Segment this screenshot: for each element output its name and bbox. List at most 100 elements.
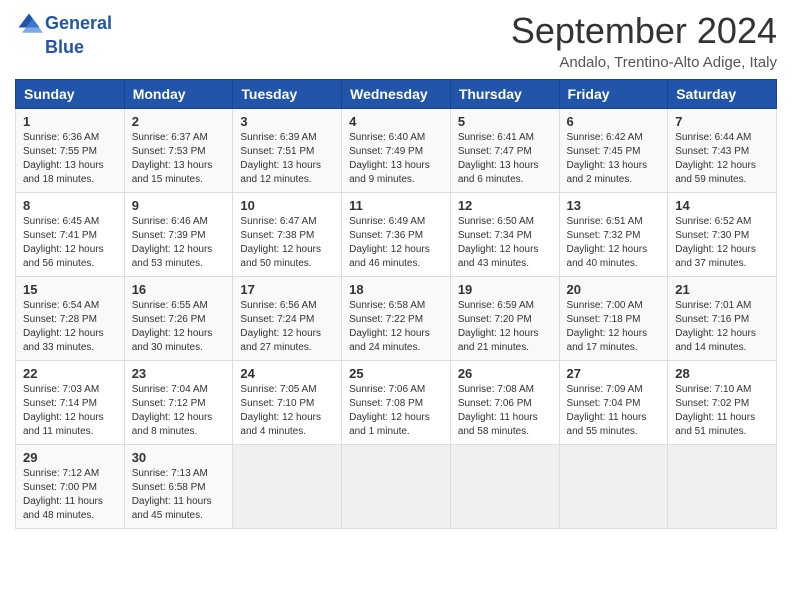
weekday-header-sunday: Sunday <box>16 80 125 109</box>
day-number: 10 <box>240 198 334 213</box>
sunrise-label: Sunrise: 6:37 AM <box>132 132 208 143</box>
day-number: 2 <box>132 114 226 129</box>
daylight-label: Daylight: 12 hours and 17 minutes. <box>567 328 648 353</box>
sunset-label: Sunset: 7:53 PM <box>132 146 206 157</box>
day-info: Sunrise: 7:04 AM Sunset: 7:12 PM Dayligh… <box>132 383 226 439</box>
sunset-label: Sunset: 7:16 PM <box>675 314 749 325</box>
sunset-label: Sunset: 7:04 PM <box>567 398 641 409</box>
day-info: Sunrise: 6:55 AM Sunset: 7:26 PM Dayligh… <box>132 299 226 355</box>
calendar-week-3: 15 Sunrise: 6:54 AM Sunset: 7:28 PM Dayl… <box>16 277 777 361</box>
daylight-label: Daylight: 11 hours and 55 minutes. <box>567 412 647 437</box>
day-info: Sunrise: 6:51 AM Sunset: 7:32 PM Dayligh… <box>567 215 661 271</box>
day-number: 27 <box>567 366 661 381</box>
sunset-label: Sunset: 7:32 PM <box>567 230 641 241</box>
day-number: 26 <box>458 366 552 381</box>
day-info: Sunrise: 7:03 AM Sunset: 7:14 PM Dayligh… <box>23 383 117 439</box>
calendar-cell: 2 Sunrise: 6:37 AM Sunset: 7:53 PM Dayli… <box>124 109 233 193</box>
calendar-cell <box>559 445 668 529</box>
sunrise-label: Sunrise: 6:46 AM <box>132 216 208 227</box>
sunrise-label: Sunrise: 7:01 AM <box>675 300 751 311</box>
day-info: Sunrise: 6:56 AM Sunset: 7:24 PM Dayligh… <box>240 299 334 355</box>
calendar-cell: 7 Sunrise: 6:44 AM Sunset: 7:43 PM Dayli… <box>668 109 777 193</box>
day-info: Sunrise: 6:40 AM Sunset: 7:49 PM Dayligh… <box>349 131 443 187</box>
calendar-cell: 22 Sunrise: 7:03 AM Sunset: 7:14 PM Dayl… <box>16 361 125 445</box>
calendar-cell: 28 Sunrise: 7:10 AM Sunset: 7:02 PM Dayl… <box>668 361 777 445</box>
page: General Blue September 2024 Andalo, Tren… <box>0 0 792 544</box>
logo-icon <box>15 10 43 38</box>
sunrise-label: Sunrise: 6:36 AM <box>23 132 99 143</box>
day-info: Sunrise: 6:41 AM Sunset: 7:47 PM Dayligh… <box>458 131 552 187</box>
calendar-cell: 17 Sunrise: 6:56 AM Sunset: 7:24 PM Dayl… <box>233 277 342 361</box>
calendar-cell <box>342 445 451 529</box>
weekday-header-saturday: Saturday <box>668 80 777 109</box>
calendar-cell: 10 Sunrise: 6:47 AM Sunset: 7:38 PM Dayl… <box>233 193 342 277</box>
calendar-cell: 20 Sunrise: 7:00 AM Sunset: 7:18 PM Dayl… <box>559 277 668 361</box>
day-number: 25 <box>349 366 443 381</box>
sunset-label: Sunset: 7:26 PM <box>132 314 206 325</box>
daylight-label: Daylight: 13 hours and 9 minutes. <box>349 160 430 185</box>
logo-text2: Blue <box>45 38 84 58</box>
daylight-label: Daylight: 12 hours and 27 minutes. <box>240 328 321 353</box>
day-number: 22 <box>23 366 117 381</box>
daylight-label: Daylight: 11 hours and 58 minutes. <box>458 412 538 437</box>
sunset-label: Sunset: 7:02 PM <box>675 398 749 409</box>
day-number: 8 <box>23 198 117 213</box>
sunset-label: Sunset: 7:43 PM <box>675 146 749 157</box>
daylight-label: Daylight: 12 hours and 40 minutes. <box>567 244 648 269</box>
calendar-cell: 11 Sunrise: 6:49 AM Sunset: 7:36 PM Dayl… <box>342 193 451 277</box>
calendar-cell: 1 Sunrise: 6:36 AM Sunset: 7:55 PM Dayli… <box>16 109 125 193</box>
calendar-cell <box>668 445 777 529</box>
sunset-label: Sunset: 7:12 PM <box>132 398 206 409</box>
sunrise-label: Sunrise: 6:39 AM <box>240 132 316 143</box>
sunset-label: Sunset: 7:47 PM <box>458 146 532 157</box>
calendar-cell: 9 Sunrise: 6:46 AM Sunset: 7:39 PM Dayli… <box>124 193 233 277</box>
sunrise-label: Sunrise: 7:12 AM <box>23 468 99 479</box>
sunrise-label: Sunrise: 7:04 AM <box>132 384 208 395</box>
day-number: 28 <box>675 366 769 381</box>
day-info: Sunrise: 7:00 AM Sunset: 7:18 PM Dayligh… <box>567 299 661 355</box>
day-info: Sunrise: 6:45 AM Sunset: 7:41 PM Dayligh… <box>23 215 117 271</box>
calendar-week-5: 29 Sunrise: 7:12 AM Sunset: 7:00 PM Dayl… <box>16 445 777 529</box>
sunrise-label: Sunrise: 6:51 AM <box>567 216 643 227</box>
calendar-cell: 18 Sunrise: 6:58 AM Sunset: 7:22 PM Dayl… <box>342 277 451 361</box>
sunset-label: Sunset: 7:18 PM <box>567 314 641 325</box>
calendar-cell: 4 Sunrise: 6:40 AM Sunset: 7:49 PM Dayli… <box>342 109 451 193</box>
day-number: 16 <box>132 282 226 297</box>
day-number: 19 <box>458 282 552 297</box>
sunrise-label: Sunrise: 6:52 AM <box>675 216 751 227</box>
calendar-cell: 3 Sunrise: 6:39 AM Sunset: 7:51 PM Dayli… <box>233 109 342 193</box>
sunrise-label: Sunrise: 7:13 AM <box>132 468 208 479</box>
day-number: 20 <box>567 282 661 297</box>
calendar-cell: 21 Sunrise: 7:01 AM Sunset: 7:16 PM Dayl… <box>668 277 777 361</box>
calendar-cell: 29 Sunrise: 7:12 AM Sunset: 7:00 PM Dayl… <box>16 445 125 529</box>
day-info: Sunrise: 7:05 AM Sunset: 7:10 PM Dayligh… <box>240 383 334 439</box>
sunrise-label: Sunrise: 6:56 AM <box>240 300 316 311</box>
sunrise-label: Sunrise: 7:00 AM <box>567 300 643 311</box>
daylight-label: Daylight: 12 hours and 4 minutes. <box>240 412 321 437</box>
day-info: Sunrise: 7:12 AM Sunset: 7:00 PM Dayligh… <box>23 467 117 523</box>
sunrise-label: Sunrise: 6:50 AM <box>458 216 534 227</box>
day-number: 23 <box>132 366 226 381</box>
daylight-label: Daylight: 12 hours and 33 minutes. <box>23 328 104 353</box>
sunset-label: Sunset: 7:36 PM <box>349 230 423 241</box>
day-info: Sunrise: 7:08 AM Sunset: 7:06 PM Dayligh… <box>458 383 552 439</box>
daylight-label: Daylight: 12 hours and 53 minutes. <box>132 244 213 269</box>
day-number: 12 <box>458 198 552 213</box>
calendar-cell: 19 Sunrise: 6:59 AM Sunset: 7:20 PM Dayl… <box>450 277 559 361</box>
sunrise-label: Sunrise: 7:08 AM <box>458 384 534 395</box>
sunset-label: Sunset: 7:10 PM <box>240 398 314 409</box>
month-title: September 2024 <box>511 10 777 52</box>
day-number: 30 <box>132 450 226 465</box>
sunset-label: Sunset: 7:24 PM <box>240 314 314 325</box>
daylight-label: Daylight: 13 hours and 18 minutes. <box>23 160 104 185</box>
calendar-cell: 14 Sunrise: 6:52 AM Sunset: 7:30 PM Dayl… <box>668 193 777 277</box>
day-info: Sunrise: 6:39 AM Sunset: 7:51 PM Dayligh… <box>240 131 334 187</box>
day-number: 15 <box>23 282 117 297</box>
daylight-label: Daylight: 12 hours and 43 minutes. <box>458 244 539 269</box>
day-number: 1 <box>23 114 117 129</box>
sunrise-label: Sunrise: 7:06 AM <box>349 384 425 395</box>
day-number: 4 <box>349 114 443 129</box>
day-info: Sunrise: 7:01 AM Sunset: 7:16 PM Dayligh… <box>675 299 769 355</box>
daylight-label: Daylight: 12 hours and 56 minutes. <box>23 244 104 269</box>
weekday-header-monday: Monday <box>124 80 233 109</box>
